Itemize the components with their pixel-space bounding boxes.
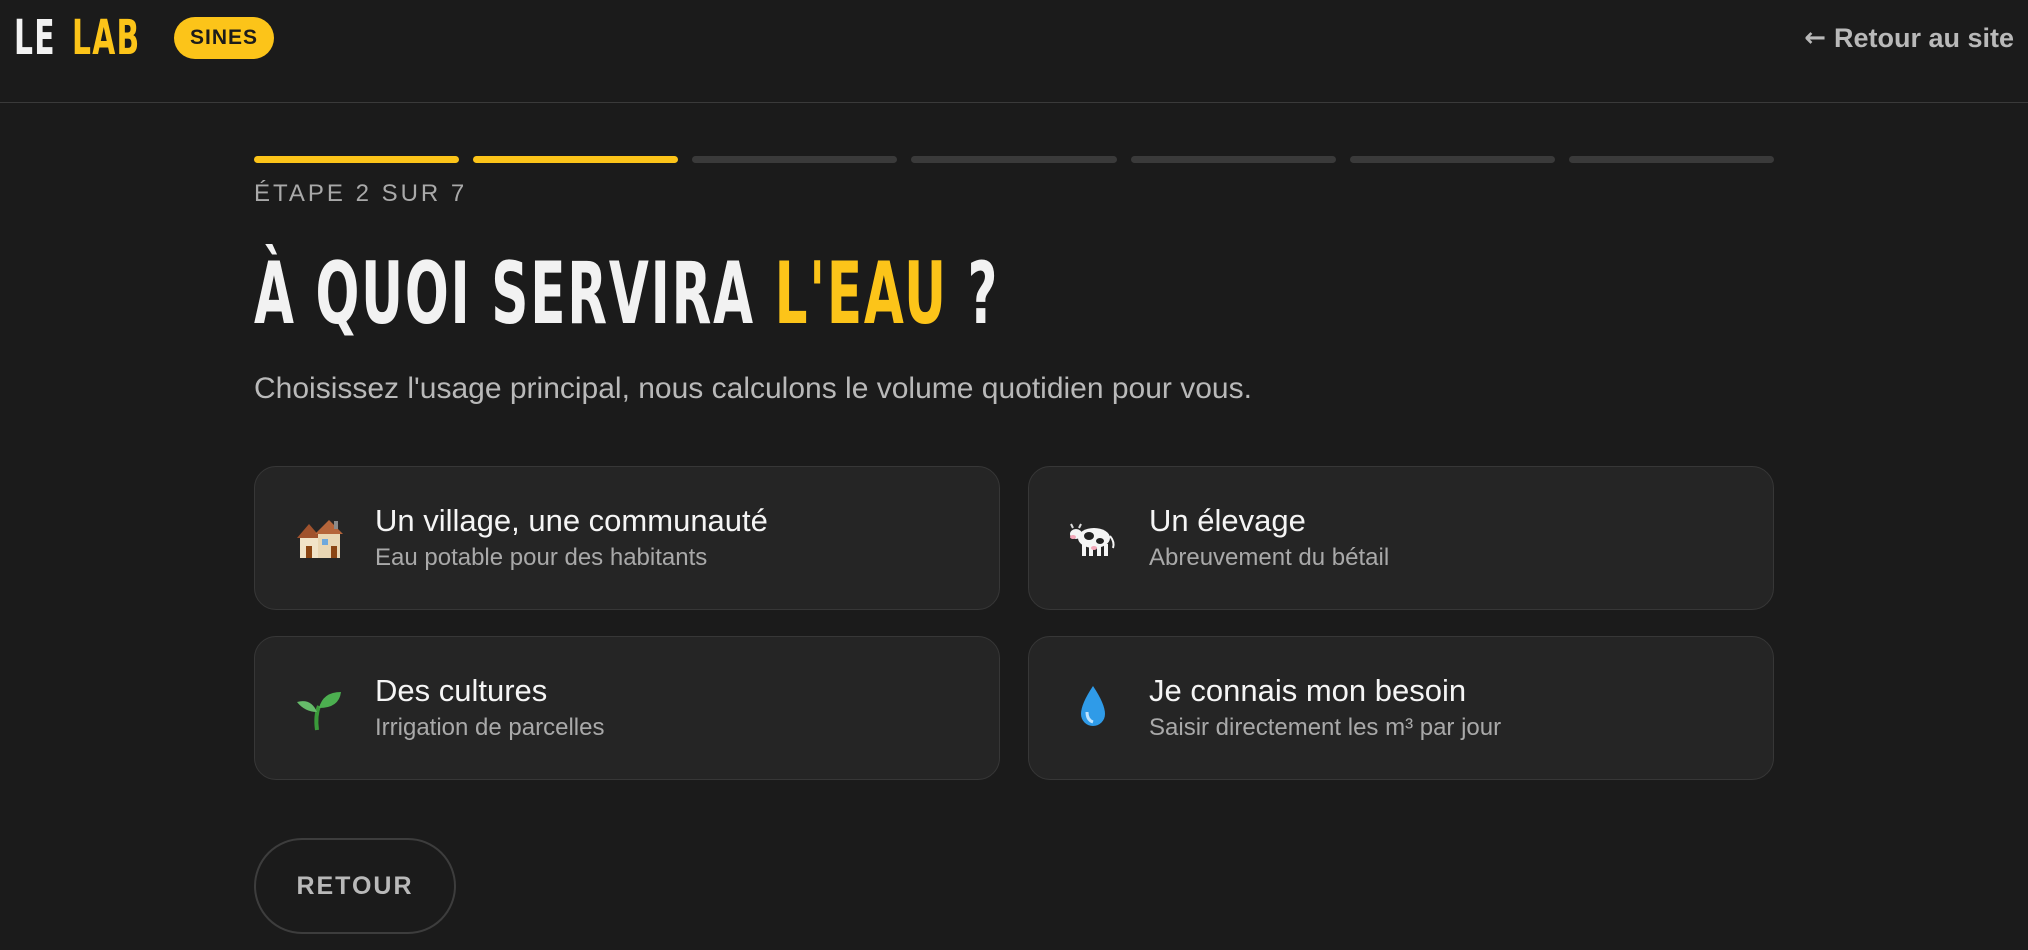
- option-elevage[interactable]: Un élevage Abreuvement du bétail: [1028, 466, 1774, 610]
- progress-segment-5: [1130, 156, 1336, 163]
- progress-segment-4: [911, 156, 1117, 163]
- progress-segment-1: [254, 156, 460, 163]
- back-button[interactable]: RETOUR: [254, 838, 456, 934]
- logo-le-text: LE: [14, 10, 56, 66]
- option-title: Je connais mon besoin: [1149, 673, 1467, 708]
- option-title: Un élevage: [1149, 503, 1306, 538]
- progress-segment-3: [692, 156, 898, 163]
- option-title: Un village, une communauté: [375, 503, 768, 538]
- option-description: Eau potable pour des habitants: [375, 544, 708, 571]
- seedling-icon: [293, 682, 345, 734]
- top-header: LE LAB SINES ← Retour au site: [0, 0, 2028, 103]
- title-part1: À QUOI SERVIRA: [254, 244, 775, 344]
- option-custom-need[interactable]: Je connais mon besoin Saisir directement…: [1028, 636, 1774, 780]
- title-accent: L'EAU: [774, 244, 948, 344]
- option-cultures[interactable]: Des cultures Irrigation de parcelles: [254, 636, 1000, 780]
- droplet-icon: [1067, 682, 1119, 734]
- sines-badge: SINES: [174, 17, 275, 59]
- houses-icon: [293, 512, 345, 564]
- back-to-site-link[interactable]: ← Retour au site: [1804, 18, 2014, 58]
- progress-segment-2: [473, 156, 679, 163]
- title-part2: ?: [947, 244, 1000, 344]
- option-village[interactable]: Un village, une communauté Eau potable p…: [254, 466, 1000, 610]
- step-progress-bar: [254, 156, 1774, 164]
- progress-segment-7: [1568, 156, 1774, 163]
- option-description: Saisir directement les m³ par jour: [1149, 714, 1502, 741]
- progress-segment-6: [1349, 156, 1555, 163]
- cow-icon: [1067, 512, 1119, 564]
- option-description: Irrigation de parcelles: [375, 714, 605, 741]
- logo-lab-text: LAB: [72, 10, 141, 66]
- usage-options: Un village, une communauté Eau potable p…: [254, 466, 1774, 780]
- page-subtitle: Choisissez l'usage principal, nous calcu…: [254, 372, 1252, 405]
- back-to-site-label: Retour au site: [1833, 22, 2014, 53]
- option-title: Des cultures: [375, 673, 548, 708]
- step-counter: ÉTAPE 2 SUR 7: [254, 180, 468, 207]
- logo[interactable]: LE LAB SINES: [14, 10, 275, 66]
- arrow-left-icon: ←: [1804, 23, 1826, 53]
- page-title: À QUOI SERVIRA L'EAU ?: [254, 244, 999, 344]
- option-description: Abreuvement du bétail: [1149, 544, 1390, 571]
